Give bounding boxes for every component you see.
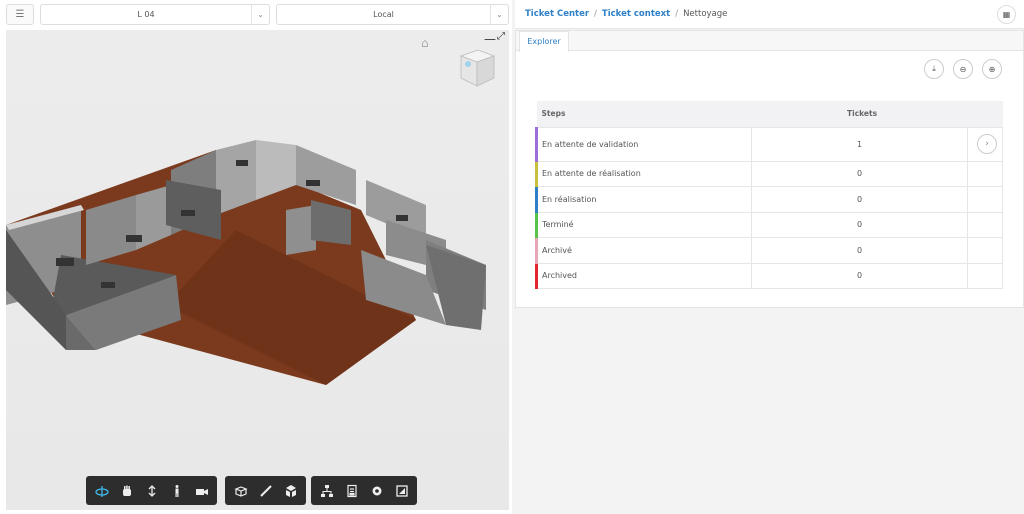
building-model: [6, 140, 486, 385]
step-label: En réalisation: [534, 186, 753, 213]
tab-bar: Explorer: [516, 31, 1023, 52]
column-header-steps: Steps: [536, 101, 752, 127]
ticket-count: 0: [751, 160, 969, 187]
grid-icon: ▦: [1002, 10, 1011, 19]
walk-button[interactable]: [164, 480, 189, 502]
section-button[interactable]: [228, 480, 253, 502]
grid-view-button[interactable]: ▦: [997, 5, 1016, 24]
chevron-down-icon: ⌄: [490, 5, 508, 24]
ticket-count: 0: [751, 262, 969, 289]
dolly-icon: [148, 484, 155, 497]
mode-select[interactable]: Local ⌄: [276, 4, 509, 25]
model-browser-button[interactable]: [314, 480, 339, 502]
pan-button[interactable]: [114, 480, 139, 502]
remove-button[interactable]: ⊖: [953, 59, 973, 79]
properties-button[interactable]: [339, 480, 364, 502]
section-icon: [233, 485, 248, 497]
ticket-count: 0: [751, 186, 969, 213]
chevron-down-icon: ⌄: [251, 5, 269, 24]
column-header-tickets: Tickets: [751, 101, 968, 127]
viewer-topbar: ☰ L 04 ⌄ Local ⌄: [0, 0, 512, 29]
camera-button[interactable]: [189, 480, 214, 502]
step-label: En attente de réalisation: [534, 160, 753, 187]
orbit-button[interactable]: [89, 480, 114, 502]
measure-button[interactable]: [253, 480, 278, 502]
dolly-button[interactable]: [139, 480, 164, 502]
pan-icon: [122, 485, 131, 496]
settings-toolbar: [311, 476, 417, 505]
breadcrumb-bar: Ticket Center / Ticket context / Nettoyage ▦: [515, 0, 1024, 29]
ticket-count: 0: [751, 211, 969, 238]
steps-table: Steps Tickets En attente de validation 1 ›…: [534, 101, 1003, 289]
table-row[interactable]: En réalisation 0: [534, 186, 1003, 213]
breadcrumb-ticket-context[interactable]: Ticket context: [602, 9, 670, 19]
breadcrumb-ticket-center[interactable]: Ticket Center: [525, 9, 589, 19]
expand-icon[interactable]: ⤢: [497, 31, 505, 42]
modeling-toolbar: [225, 476, 306, 505]
fullscreen-icon: [395, 484, 408, 497]
minimize-icon[interactable]: —: [484, 32, 496, 46]
step-label: Archivé: [534, 237, 753, 264]
mode-select-value: Local: [373, 10, 394, 19]
walk-icon: [175, 484, 178, 497]
breadcrumb: Ticket Center / Ticket context / Nettoyage: [525, 9, 728, 19]
step-label: En attente de validation: [534, 126, 753, 162]
list-icon: ☰: [15, 9, 25, 20]
explorer-panel: Explorer ⤓ ⊖ ⊕ Steps Tickets En attente …: [515, 30, 1024, 308]
table-row[interactable]: Terminé 0: [534, 211, 1003, 238]
minus-circle-icon: ⊖: [959, 64, 967, 74]
table-row[interactable]: Archivé 0: [534, 237, 1003, 264]
table-row[interactable]: En attente de réalisation 0: [534, 160, 1003, 187]
open-step-button[interactable]: ›: [977, 134, 998, 154]
table-row[interactable]: Archived 0: [534, 262, 1003, 289]
level-select[interactable]: L 04 ⌄: [40, 4, 270, 25]
menu-button[interactable]: ☰: [6, 4, 34, 25]
explode-button[interactable]: [278, 480, 303, 502]
level-select-value: L 04: [137, 10, 155, 19]
navigation-toolbar: [86, 476, 217, 505]
ticket-pane: Ticket Center / Ticket context / Nettoyage ▦…: [515, 0, 1024, 514]
breadcrumb-current: Nettoyage: [683, 9, 728, 19]
locate-button[interactable]: ⊕: [982, 59, 1002, 79]
home-icon[interactable]: ⌂: [421, 37, 435, 49]
explode-icon: [285, 484, 296, 497]
viewer-pane: ☰ L 04 ⌄ Local ⌄ ⌂ — ⤢: [0, 0, 512, 514]
camera-icon: [195, 488, 208, 495]
settings-button[interactable]: [364, 480, 389, 502]
ticket-count: 1: [751, 126, 969, 162]
target-icon: ⊕: [988, 64, 996, 74]
chevron-right-icon: ›: [985, 139, 989, 149]
download-button[interactable]: ⤓: [924, 59, 944, 79]
viewer-fullscreen-button[interactable]: [389, 480, 414, 502]
step-label: Archived: [534, 262, 753, 289]
properties-icon: [346, 484, 357, 497]
orbit-icon: [94, 485, 109, 497]
settings-icon: [372, 486, 381, 495]
model-browser-icon: [320, 484, 333, 497]
tab-explorer[interactable]: Explorer: [519, 31, 569, 52]
step-label: Terminé: [534, 211, 753, 238]
viewcube[interactable]: [456, 46, 496, 88]
ticket-count: 0: [751, 237, 969, 264]
3d-viewer-canvas[interactable]: ⌂ — ⤢: [6, 30, 509, 510]
download-icon: ⤓: [932, 64, 936, 73]
table-row[interactable]: En attente de validation 1 ›: [534, 126, 1003, 162]
measure-icon: [259, 484, 272, 497]
